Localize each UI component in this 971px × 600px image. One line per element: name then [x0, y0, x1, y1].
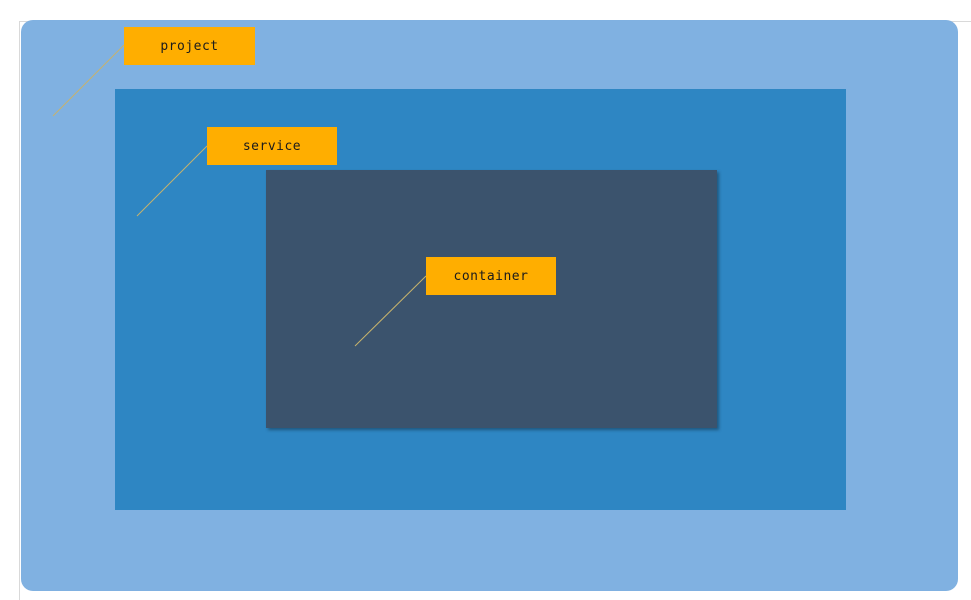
page-left-border [19, 21, 20, 600]
service-callout: service [207, 127, 337, 165]
container-callout: container [426, 257, 556, 295]
nested-scope-diagram: project service container [0, 0, 971, 600]
project-callout: project [124, 27, 255, 65]
container-boundary [266, 170, 717, 428]
